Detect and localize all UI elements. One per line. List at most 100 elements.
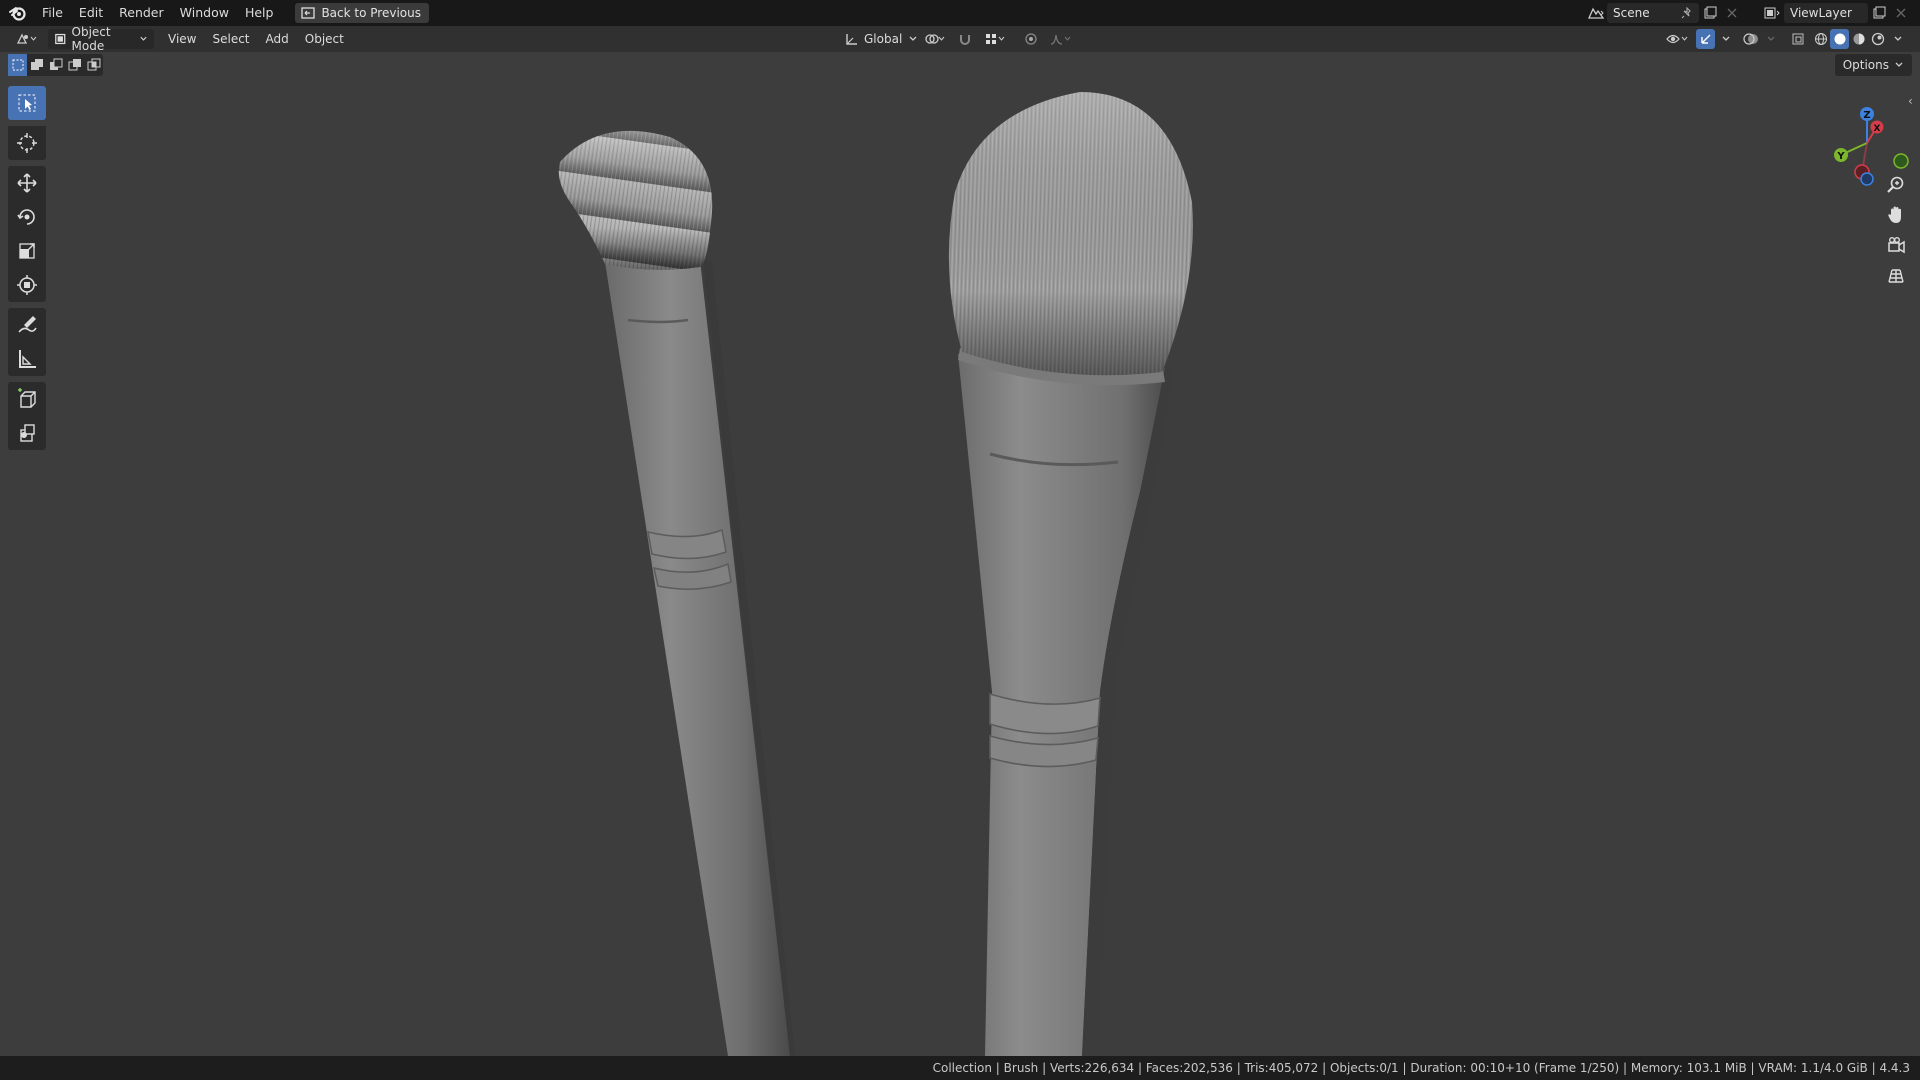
menu-select[interactable]: Select — [206, 29, 255, 49]
select-box-icon — [18, 94, 36, 112]
select-invert-icon — [68, 59, 81, 71]
tool-measure[interactable] — [8, 342, 46, 376]
tool-cursor[interactable] — [8, 126, 46, 160]
object-mode-icon — [55, 33, 66, 45]
view-layer-name-field[interactable]: ViewLayer — [1784, 3, 1868, 23]
camera-view-icon — [1888, 237, 1905, 254]
gizmo-z-label: Z — [1863, 110, 1870, 121]
shading-material-button[interactable] — [1849, 29, 1868, 49]
tool-select-box[interactable] — [8, 86, 46, 120]
status-bar: Collection | Brush | Verts:226,634 | Fac… — [0, 1056, 1920, 1080]
zoom-button[interactable] — [1881, 170, 1911, 200]
cursor-icon — [17, 133, 37, 153]
menu-edit[interactable]: Edit — [71, 2, 111, 24]
3d-viewport[interactable]: Options ‹ Z Y X — [0, 52, 1920, 1056]
tool-add-primitive[interactable] — [8, 416, 46, 450]
measure-icon — [19, 350, 36, 368]
gizmo-options-dropdown[interactable] — [1715, 29, 1737, 49]
gizmo-y-label: Y — [1836, 151, 1845, 162]
blender-logo-icon[interactable] — [8, 3, 28, 23]
object-mode-dropdown[interactable]: Object Mode — [48, 25, 154, 53]
new-view-layer-icon[interactable] — [1868, 3, 1890, 23]
overlays-dropdown[interactable] — [1760, 29, 1782, 49]
tool-annotate[interactable] — [8, 308, 46, 342]
new-scene-icon[interactable] — [1699, 3, 1721, 23]
shading-rendered-button[interactable] — [1868, 29, 1887, 49]
add-primitive-icon — [20, 424, 35, 442]
overlays-toggle[interactable] — [1741, 29, 1760, 49]
rotate-icon — [17, 209, 35, 225]
chevron-down-icon — [1767, 36, 1775, 41]
ortho-toggle-button[interactable] — [1881, 260, 1911, 290]
proportional-edit-toggle[interactable] — [1018, 29, 1044, 49]
view-layer-selector: ViewLayer — [1762, 2, 1912, 24]
select-intersect-button[interactable] — [84, 54, 103, 76]
viewport-display-controls — [1660, 29, 1909, 49]
transform-orientation-label: Global — [864, 32, 903, 46]
scene-statistics: Collection | Brush | Verts:226,634 | Fac… — [932, 1061, 1910, 1075]
tool-add-cube[interactable] — [8, 382, 46, 416]
transform-orientation-dropdown[interactable]: Global — [838, 29, 924, 49]
brush-objects[interactable] — [0, 52, 1920, 1056]
shading-options-dropdown[interactable] — [1887, 29, 1909, 49]
visibility-dropdown[interactable] — [1660, 29, 1696, 49]
eye-icon — [1666, 34, 1688, 44]
falloff-curve-icon — [1050, 34, 1071, 45]
scene-name: Scene — [1613, 6, 1650, 20]
gizmo-x-label: X — [1874, 124, 1881, 134]
select-invert-button[interactable] — [65, 54, 84, 76]
menu-object[interactable]: Object — [299, 29, 350, 49]
snap-target-dropdown[interactable] — [978, 29, 1012, 49]
camera-view-button[interactable] — [1881, 230, 1911, 260]
solid-sphere-icon — [1834, 33, 1845, 45]
gizmo-z-negative[interactable] — [1860, 172, 1874, 186]
options-label: Options — [1842, 58, 1889, 72]
scene-icon[interactable] — [1585, 3, 1607, 23]
delete-view-layer-icon[interactable] — [1890, 3, 1912, 23]
editor-type-dropdown[interactable] — [10, 29, 44, 49]
navigation-buttons — [1881, 170, 1911, 290]
scene-selector: Scene — [1585, 2, 1743, 24]
gizmo-icon — [1700, 34, 1710, 44]
snap-toggle[interactable] — [952, 29, 978, 49]
chevron-down-icon — [909, 36, 917, 41]
pivot-point-dropdown[interactable] — [918, 29, 952, 49]
menu-render[interactable]: Render — [111, 2, 172, 24]
shading-wireframe-button[interactable] — [1811, 29, 1830, 49]
xray-icon — [1792, 33, 1803, 45]
tool-rotate[interactable] — [8, 200, 46, 234]
select-subtract-button[interactable] — [46, 54, 65, 76]
gizmo-toggle[interactable] — [1696, 29, 1715, 49]
pin-icon[interactable] — [1681, 7, 1693, 19]
right-brush[interactable] — [948, 92, 1193, 1056]
xray-toggle[interactable] — [1788, 29, 1807, 49]
tool-scale[interactable] — [8, 234, 46, 268]
proportional-falloff-dropdown[interactable] — [1044, 29, 1078, 49]
view-layer-name: ViewLayer — [1790, 6, 1852, 20]
tool-shelf — [8, 86, 46, 450]
menu-add[interactable]: Add — [260, 29, 295, 49]
menu-file[interactable]: File — [34, 2, 71, 24]
scale-icon — [19, 243, 35, 259]
rendered-sphere-icon — [1871, 32, 1884, 46]
select-extend-button[interactable] — [27, 54, 46, 76]
select-new-button[interactable] — [8, 54, 27, 76]
view-layer-icon[interactable] — [1762, 3, 1784, 23]
tool-transform[interactable] — [8, 268, 46, 302]
add-cube-icon — [18, 388, 36, 408]
tool-move[interactable] — [8, 166, 46, 200]
menu-view[interactable]: View — [162, 29, 202, 49]
back-button-label: Back to Previous — [321, 6, 421, 20]
pan-button[interactable] — [1881, 200, 1911, 230]
menu-help[interactable]: Help — [237, 2, 282, 24]
shading-solid-button[interactable] — [1830, 29, 1849, 49]
proportional-edit-icon — [1025, 33, 1037, 45]
options-dropdown[interactable]: Options — [1834, 54, 1912, 76]
magnet-icon — [960, 35, 970, 45]
left-brush[interactable] — [558, 130, 795, 1056]
menu-window[interactable]: Window — [172, 2, 237, 24]
delete-scene-icon[interactable] — [1721, 3, 1743, 23]
back-to-previous-button[interactable]: Back to Previous — [295, 3, 429, 23]
gizmo-y-negative[interactable] — [1893, 153, 1909, 169]
scene-name-field[interactable]: Scene — [1607, 3, 1699, 23]
